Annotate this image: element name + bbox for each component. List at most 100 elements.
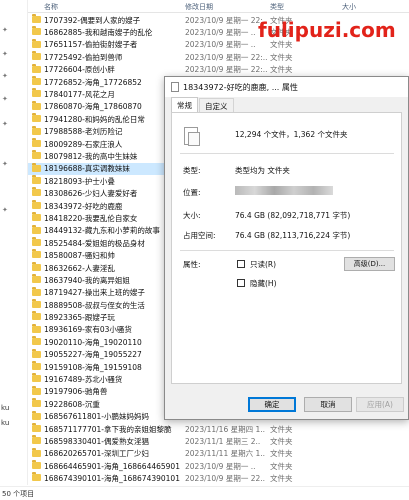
- hidden-checkbox[interactable]: [237, 279, 245, 287]
- folder-icon: [32, 237, 41, 247]
- item-count: 50 个项目: [2, 490, 35, 498]
- column-date[interactable]: 修改日期: [185, 2, 213, 12]
- ok-button[interactable]: 确定: [248, 397, 296, 412]
- folder-icon: [32, 435, 41, 445]
- navigation-pane: ✦ ✦ ✦ ✦ ✦ ✦ ✦ ku ku: [0, 0, 28, 485]
- column-header: 名称 修改日期 类型 大小: [28, 0, 409, 13]
- general-panel: 12,294 个文件，1,362 个文件夹 类型: 类型均为 文件夹 位置: 大…: [171, 112, 402, 384]
- pin-icon: ✦: [2, 95, 8, 103]
- row-date: 2023/10/9 星期一 22:..: [185, 65, 268, 75]
- row-name: 17651157-偷拍街射嫂子者: [44, 40, 138, 50]
- readonly-checkbox[interactable]: [237, 260, 245, 268]
- row-date: 2023/11/1 星期三 2..: [185, 436, 261, 446]
- folder-icon: [32, 460, 41, 470]
- folder-icon: [32, 63, 41, 73]
- size-label: 大小:: [183, 211, 201, 220]
- tab-custom[interactable]: 自定义: [199, 98, 234, 112]
- row-type: 文件夹: [270, 436, 293, 446]
- redacted-location: [235, 186, 333, 195]
- row-name: 18889508-叔叔与侄女的生活: [44, 300, 145, 310]
- attributes-label: 属性:: [183, 260, 201, 269]
- row-name: 18719427-操出来上班的嫂子: [44, 288, 145, 298]
- multiple-files-icon: [184, 127, 200, 146]
- file-row[interactable]: 168664465901-海角_168664465901 2023/10/9 星期…: [28, 460, 409, 472]
- column-name[interactable]: 名称: [44, 2, 58, 12]
- row-name: 168674390101-海角_168674390101: [44, 474, 180, 484]
- disk-size-label: 占用空间:: [183, 231, 216, 240]
- row-name: 18632662-人妻淫乱: [44, 263, 115, 273]
- dialog-titlebar[interactable]: 18343972-好吃的鹿鹿, ... 属性: [165, 77, 408, 97]
- pin-icon: ✦: [2, 206, 8, 214]
- row-name: 168620265701-深圳工厂少妇: [44, 449, 149, 459]
- row-name: 18218093-护士小叠: [44, 176, 115, 186]
- pin-icon: ✦: [2, 160, 8, 168]
- row-date: 2023/10/9 星期一 22:..: [185, 52, 268, 62]
- row-type: 文件夹: [270, 65, 293, 75]
- status-bar: 50 个项目: [0, 486, 409, 500]
- row-date: 2023/10/9 星期一 22:..: [185, 15, 268, 25]
- folder-icon: [32, 261, 41, 271]
- apply-button[interactable]: 应用(A): [356, 397, 404, 412]
- row-name: 16862885-我和越南嫂子的乱伦: [44, 28, 153, 38]
- file-row[interactable]: 17725492-偷拍到兽师 2023/10/9 星期一 22:.. 文件夹: [28, 51, 409, 63]
- file-row[interactable]: 168620265701-深圳工厂少妇 2023/11/11 星期六 1.. 文件夹: [28, 447, 409, 460]
- file-row[interactable]: 168571177701-拿下我的亲姐姐黎脆 2023/11/16 星期四 1..…: [28, 422, 409, 435]
- row-name: 19197906-驰角兽: [44, 387, 108, 397]
- folder-icon: [32, 137, 41, 147]
- advanced-button[interactable]: 高级(D)...: [344, 257, 395, 271]
- pin-icon: ✦: [2, 50, 8, 58]
- row-name: 18009289-石家庄浪人: [44, 139, 123, 149]
- row-name: 168567611801-小鹏妹妈妈妈: [44, 412, 149, 422]
- row-date: 2023/10/9 星期一 22..: [185, 474, 266, 484]
- row-name: 18580087-骚妇和帅: [44, 251, 115, 261]
- folder-icon: [32, 323, 41, 333]
- folder-icon: [32, 26, 41, 36]
- cancel-button[interactable]: 取消: [304, 397, 352, 412]
- row-date: 2023/10/9 星期一 ..: [185, 461, 256, 471]
- row-name: 18079812-我的高中生妹妹: [44, 151, 138, 161]
- row-type: 文件夹: [270, 52, 293, 62]
- folder-icon: [32, 38, 41, 48]
- row-name: 19228608-沉重: [44, 399, 100, 409]
- folder-icon: [32, 398, 41, 408]
- row-name: 18449132-藏九东和小萝莉的故事: [44, 226, 160, 236]
- row-type: 文件夹: [270, 449, 293, 459]
- row-name: 168598330401-偶爱熟女淫猖: [44, 436, 149, 446]
- row-name: 168664465901-海角_168664465901: [44, 461, 180, 471]
- folder-icon: [32, 286, 41, 296]
- row-name: 17988588-老刘历险记: [44, 127, 123, 137]
- tab-general[interactable]: 常规: [171, 97, 198, 112]
- row-name: 17726604-原创小胖: [44, 65, 115, 75]
- folder-icon: [32, 75, 41, 85]
- folder-icon: [32, 100, 41, 110]
- nav-item-label[interactable]: ku: [1, 404, 9, 412]
- row-name: 19159108-海角_19159108: [44, 362, 142, 372]
- folder-icon: [32, 447, 41, 457]
- contents-summary: 12,294 个文件，1,362 个文件夹: [235, 130, 348, 139]
- row-name: 17726852-海角_17726852: [44, 77, 142, 87]
- folder-icon: [32, 212, 41, 222]
- file-row[interactable]: 17726604-原创小胖 2023/10/9 星期一 22:.. 文件夹: [28, 63, 409, 76]
- type-value: 类型均为 文件夹: [235, 166, 290, 175]
- watermark: fulipuzi.com: [258, 18, 396, 42]
- hidden-label[interactable]: 隐藏(H): [250, 278, 277, 289]
- row-name: 1707392-偶要到人家的嫂子: [44, 15, 141, 25]
- divider: [180, 153, 394, 154]
- folder-icon: [32, 187, 41, 197]
- pin-icon: ✦: [2, 72, 8, 80]
- row-date: 2023/10/9 星期一 ..: [185, 40, 256, 50]
- readonly-label[interactable]: 只读(R): [250, 259, 276, 270]
- folder-icon: [32, 472, 41, 482]
- size-value: 76.4 GB (82,092,718,771 字节): [235, 211, 351, 220]
- row-name: 17840177-风花之月: [44, 90, 115, 100]
- column-size[interactable]: 大小: [342, 2, 356, 12]
- folder-icon: [32, 298, 41, 308]
- row-name: 18923365-跟嫂子玩: [44, 313, 115, 323]
- folder-icon: [32, 150, 41, 160]
- disk-size-value: 76.4 GB (82,113,716,224 字节): [235, 231, 351, 240]
- nav-item-label[interactable]: ku: [1, 419, 9, 427]
- folder-icon: [32, 88, 41, 98]
- file-row[interactable]: 168674390101-海角_168674390101 2023/10/9 星期…: [28, 472, 409, 484]
- file-row[interactable]: 168598330401-偶爱熟女淫猖 2023/11/1 星期三 2.. 文件夹: [28, 435, 409, 447]
- column-type[interactable]: 类型: [270, 2, 284, 12]
